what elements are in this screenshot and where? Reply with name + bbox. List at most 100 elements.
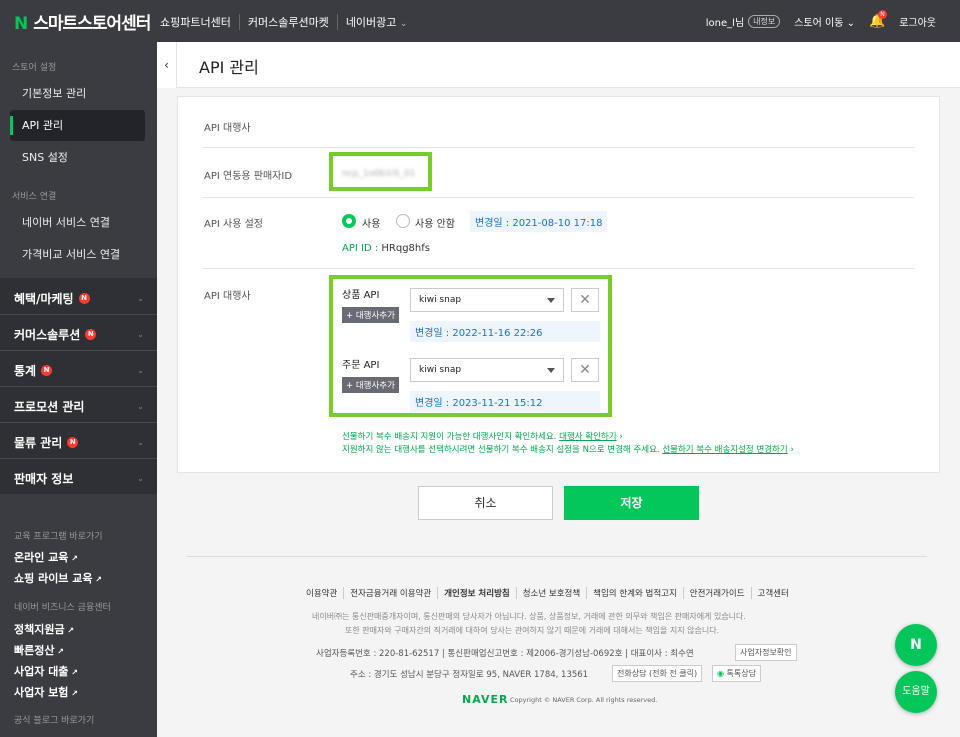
sidebar-section-finance: 네이버 비즈니스 금융센터 [14, 603, 111, 613]
menu-label: 커머스솔루션 [14, 328, 81, 342]
top-bar: N 스마트스토어센터 쇼핑파트너센터 커머스솔루션마켓 네이버광고 ⌄ lone_… [0, 0, 960, 42]
collapse-sidebar-button[interactable]: ‹ [157, 42, 177, 88]
link-business-insurance[interactable]: 사업자 보험 [14, 684, 78, 700]
footer-divider [187, 556, 927, 557]
sidebar-main-menu: 혜택/마케팅 N ⌄ 커머스솔루션 N ⌄ 통계 N ⌄ 프로모션 관리 ⌄ 물류 관리 N ⌄ … [0, 278, 157, 494]
footer-link-terms[interactable]: 이용약관 [300, 587, 343, 599]
sidebar-item-basic-info[interactable]: 기본정보 관리 [10, 78, 145, 109]
caret-down-icon [547, 368, 555, 373]
top-nav-commerce-market[interactable]: 커머스솔루션마켓 [238, 14, 337, 30]
phone-consult-button[interactable]: 전화상담 (전화 전 클릭) [612, 665, 703, 682]
biz-info-check-button[interactable]: 사업자정보확인 [735, 644, 797, 661]
logout-button[interactable]: 로그아웃 [899, 14, 936, 29]
talk-consult-label: 톡톡상담 [726, 669, 756, 678]
menu-label: 통계 [14, 364, 37, 378]
chevron-down-icon: ⌄ [137, 402, 144, 411]
link-live-edu[interactable]: 쇼핑 라이브 교육 [14, 570, 102, 586]
note-text: 선물하기 복수 배송지 지원이 가능한 대행사인지 확인하세요. [342, 432, 557, 442]
remove-product-agency-button[interactable]: ✕ [571, 288, 599, 312]
label-seller-id: API 연동용 판매자ID [204, 171, 293, 182]
link-quick-settle[interactable]: 빠른정산 [14, 642, 64, 658]
note-agency-check: 선물하기 복수 배송지 지원이 가능한 대행사인지 확인하세요. 대행사 확인하… [342, 430, 623, 442]
footer-link-youth[interactable]: 청소년 보호정책 [515, 587, 586, 599]
label-api-agency: API 대행사 [204, 123, 251, 134]
talk-icon: ◉ [717, 669, 724, 678]
my-info-button[interactable]: 내정보 [748, 15, 781, 28]
new-badge: N [41, 365, 53, 376]
new-badge: N [85, 329, 97, 340]
chat-button[interactable]: N [895, 624, 937, 666]
cancel-button[interactable]: 취소 [418, 486, 553, 520]
top-nav-shopping-partner[interactable]: 쇼핑파트너센터 [158, 14, 239, 30]
footer-notice-2: 또한 판매자와 구매자간의 직거래에 대하여 당사는 관여하지 않기 때문에 거… [345, 626, 720, 635]
divider [203, 268, 914, 269]
seller-id-value: ncp_1o0b1iS_01 [342, 169, 416, 179]
add-agency-button[interactable]: + 대행사추가 [342, 377, 399, 393]
chevron-down-icon: ⌄ [137, 294, 144, 303]
remove-order-agency-button[interactable]: ✕ [571, 358, 599, 382]
link-business-loan[interactable]: 사업자 대출 [14, 663, 78, 679]
order-api-label: 주문 API [342, 360, 380, 371]
sidebar-section-service: 서비스 연결 [12, 192, 57, 202]
multi-address-setting-link[interactable]: 선물하기 복수 배송지설정 변경하기 [662, 445, 787, 455]
footer-link-efinance-terms[interactable]: 전자금융거래 이용약관 [343, 587, 437, 599]
link-online-edu[interactable]: 온라인 교육 [14, 549, 78, 565]
sidebar-item-api[interactable]: API 관리 [10, 110, 145, 141]
top-nav-naver-ad[interactable]: 네이버광고 ⌄ [336, 14, 416, 30]
sidebar-item-naver-service[interactable]: 네이버 서비스 연결 [10, 207, 145, 238]
radio-use[interactable] [342, 214, 356, 228]
api-id-label: API ID : [342, 243, 382, 254]
talk-consult-button[interactable]: ◉ 톡톡상담 [712, 665, 761, 682]
footer-link-support[interactable]: 고객센터 [750, 587, 795, 599]
usage-changed-date: 변경일 : 2021-08-10 17:18 [470, 211, 608, 232]
notification-badge: N [878, 10, 887, 19]
footer-address: 주소 : 경기도 성남시 분당구 정자일로 95, NAVER 1784, 13… [350, 670, 589, 680]
sidebar-menu-stats[interactable]: 통계 N ⌄ [14, 362, 144, 379]
footer-links: 이용약관 전자금융거래 이용약관 개인정보 처리방침 청소년 보호정책 책임의 … [300, 587, 830, 599]
agency-check-link[interactable]: 대행사 확인하기 [559, 432, 616, 442]
sidebar-menu-promotion[interactable]: 프로모션 관리 ⌄ [14, 398, 144, 415]
api-id-value: HRqg8hfs [381, 243, 430, 254]
footer-link-privacy[interactable]: 개인정보 처리방침 [437, 587, 516, 599]
sidebar-menu-seller-info[interactable]: 판매자 정보 ⌄ [14, 470, 144, 487]
close-icon: ✕ [579, 362, 591, 378]
page-title: API 관리 [199, 58, 259, 77]
sidebar-section-edu: 교육 프로그램 바로가기 [14, 532, 103, 542]
user-name[interactable]: lone_l님 [706, 14, 744, 29]
product-changed-date: 변경일 : 2022-11-16 22:26 [410, 321, 600, 342]
chevron-right-icon: › [619, 432, 623, 442]
sidebar-menu-commerce[interactable]: 커머스솔루션 N ⌄ [14, 326, 144, 343]
footer-link-safe-trade[interactable]: 안전거래가이드 [682, 587, 751, 599]
bell-icon[interactable]: 🔔 N [869, 10, 887, 29]
sidebar-section-blog: 공식 블로그 바로가기 [14, 716, 95, 726]
product-api-label: 상품 API [342, 290, 380, 301]
sidebar-menu-logistics[interactable]: 물류 관리 N ⌄ [14, 434, 144, 451]
add-agency-button[interactable]: + 대행사추가 [342, 307, 399, 323]
store-move-button[interactable]: 스토어 이동 ⌄ [794, 14, 855, 29]
page-header: API 관리 [177, 42, 960, 88]
save-button[interactable]: 저장 [564, 486, 699, 520]
note-multi-address: 지원하지 않는 대행사를 선택하시려면 선물하기 복수 배송지 설정을 N으로 … [342, 443, 794, 455]
divider [0, 350, 157, 351]
copyright: Copyright © NAVER Corp. All rights reser… [510, 696, 658, 704]
sidebar-section-store: 스토어 설정 [12, 63, 57, 73]
note-text: 지원하지 않는 대행사를 선택하시려면 선물하기 복수 배송지 설정을 N으로 … [342, 445, 660, 455]
top-nav-naver-ad-label: 네이버광고 [345, 16, 397, 29]
footer-biz-info: 사업자등록번호 : 220-81-62517 | 통신판매업신고번호 : 제20… [316, 649, 694, 659]
new-badge: N [78, 293, 90, 304]
footer-link-legal[interactable]: 책임의 한계와 법적고지 [586, 587, 683, 599]
sidebar-menu-marketing[interactable]: 혜택/마케팅 N ⌄ [14, 290, 144, 307]
sidebar-item-sns[interactable]: SNS 설정 [10, 142, 145, 173]
radio-not-use[interactable] [396, 214, 410, 228]
radio-not-use-label: 사용 안함 [415, 219, 455, 230]
order-agency-select[interactable]: kiwi snap [410, 358, 564, 382]
label-api-agency-2: API 대행사 [204, 291, 251, 302]
help-button[interactable]: 도움말 [895, 671, 937, 713]
link-policy-fund[interactable]: 정책지원금 [14, 621, 74, 637]
new-badge: N [67, 437, 79, 448]
order-changed-date: 변경일 : 2023-11-21 15:12 [410, 391, 600, 412]
product-agency-select[interactable]: kiwi snap [410, 288, 564, 312]
close-icon: ✕ [579, 292, 591, 308]
logo[interactable]: N 스마트스토어센터 [14, 9, 151, 34]
sidebar-item-price-compare[interactable]: 가격비교 서비스 연결 [10, 239, 145, 270]
